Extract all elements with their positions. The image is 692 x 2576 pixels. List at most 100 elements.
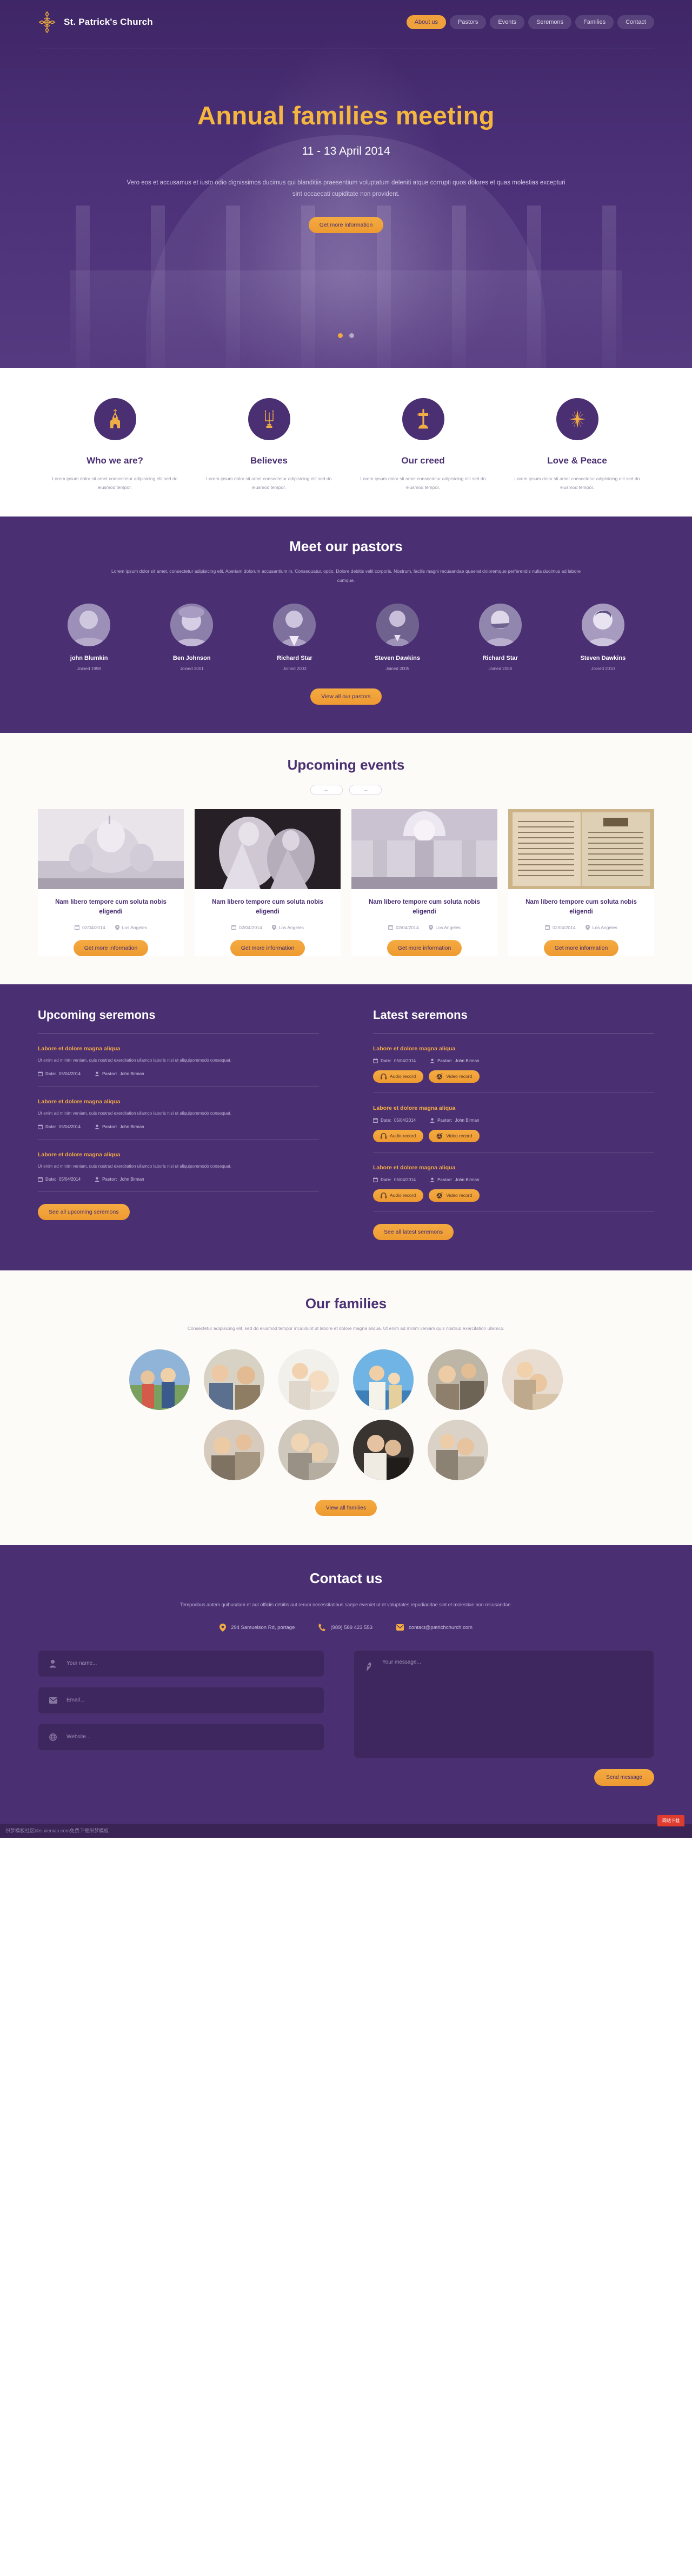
upcoming-sermon-item[interactable]: Labore et dolore magna aliqua Ut enim ad… [38, 1140, 319, 1193]
latest-sermon-item[interactable]: Labore et dolore magna aliqua Date: 05/04… [373, 1034, 654, 1093]
video-record-button[interactable]: Video record [429, 1189, 480, 1202]
family-photo[interactable] [278, 1419, 339, 1480]
video-record-button[interactable]: Video record [429, 1129, 480, 1142]
nav-item-contact[interactable]: Contact [617, 15, 654, 29]
latest-sermon-item[interactable]: Labore et dolore magna aliqua Date: 05/04… [373, 1153, 654, 1212]
feature-text: Lorem ipsum dolor sit amet consectetur a… [52, 476, 178, 491]
family-photo[interactable] [428, 1349, 488, 1410]
contact-form-left [38, 1650, 324, 1786]
event-card[interactable]: Nam libero tempore cum soluta nobis elig… [195, 809, 341, 956]
upcoming-sermon-item[interactable]: Labore et dolore magna aliqua Ut enim ad… [38, 1087, 319, 1140]
sermon-title: Labore et dolore magna aliqua [373, 1104, 456, 1111]
feature-title: Who we are? [86, 455, 143, 466]
hero-get-more-information-button[interactable]: Get more information [308, 216, 384, 233]
family-photo[interactable] [204, 1349, 264, 1410]
event-card[interactable]: Nam libero tempore cum soluta nobis elig… [508, 809, 654, 956]
family-photo[interactable] [278, 1349, 339, 1410]
hero-date: 11 - 13 April 2014 [302, 145, 390, 157]
nav-item-about-us[interactable]: About us [406, 15, 447, 29]
event-get-more-information-button[interactable]: Get more information [387, 939, 462, 956]
name-input[interactable] [66, 1650, 324, 1677]
nav-item-families[interactable]: Families [575, 15, 614, 29]
pastor-name: john Blumkin [70, 655, 108, 662]
email-input[interactable] [66, 1687, 324, 1713]
arrow-right-icon[interactable]: → [349, 785, 382, 796]
pastor-card[interactable]: Steven Dawkins Joined 2005 [346, 604, 448, 671]
pastor-card[interactable]: john Blumkin Joined 1998 [38, 604, 140, 671]
feature-text: Lorem ipsum dolor sit amet consectetur a… [514, 476, 640, 491]
pastor-card[interactable]: Steven Dawkins Joined 2010 [552, 604, 654, 671]
events-section: Upcoming events ← → Nam libero tempore c… [0, 733, 692, 984]
brand[interactable]: St. Patrick's Church [38, 10, 153, 34]
hero-description: Vero eos et accusamus et iusto odio dign… [127, 180, 565, 198]
feature-icon-circle [402, 398, 444, 440]
download-template-button[interactable]: 网站下载 [657, 1815, 684, 1826]
message-textarea[interactable] [382, 1659, 654, 1746]
family-photo[interactable] [353, 1349, 414, 1410]
pastor-name: Steven Dawkins [375, 655, 420, 662]
see-all-upcoming-sermons-button[interactable]: See all upcoming seremons [38, 1204, 130, 1221]
view-all-families-button[interactable]: View all families [315, 1499, 377, 1516]
send-message-button[interactable]: Send message [594, 1769, 654, 1786]
calendar-icon [38, 1071, 43, 1076]
email-field-wrapper[interactable] [38, 1686, 324, 1714]
arrow-left-icon[interactable]: ← [310, 785, 343, 796]
feature-believes[interactable]: Believes Lorem ipsum dolor sit amet cons… [192, 398, 346, 492]
feature-who-we-are[interactable]: Who we are? Lorem ipsum dolor sit amet c… [38, 398, 192, 492]
slider-dot-2[interactable] [349, 333, 355, 338]
family-photo[interactable] [129, 1349, 190, 1410]
sermon-meta: Date: 05/04/2014 Pastor: John Birman [373, 1177, 654, 1182]
map-pin-icon [271, 924, 276, 930]
family-photo[interactable] [204, 1419, 264, 1480]
event-card[interactable]: Nam libero tempore cum soluta nobis elig… [38, 809, 184, 956]
feature-text: Lorem ipsum dolor sit amet consectetur a… [206, 476, 332, 491]
user-icon [49, 1659, 56, 1668]
upcoming-sermons-column: Upcoming seremons Labore et dolore magna… [38, 1008, 319, 1240]
event-title: Nam libero tempore cum soluta nobis elig… [369, 899, 480, 916]
message-field-wrapper[interactable] [354, 1650, 654, 1758]
nav-item-events[interactable]: Events [490, 15, 524, 29]
latest-sermon-item[interactable]: Labore et dolore magna aliqua Date: 05/04… [373, 1093, 654, 1153]
pen-icon [365, 1662, 372, 1671]
see-all-latest-sermons-button[interactable]: See all latest seremons [373, 1223, 454, 1240]
audio-record-button[interactable]: Audio record [373, 1129, 424, 1142]
envelope-icon [396, 1624, 404, 1631]
feature-love-and-peace[interactable]: Love & Peace Lorem ipsum dolor sit amet … [500, 398, 654, 492]
globe-icon [49, 1733, 57, 1741]
nav-item-pastors[interactable]: Pastors [450, 15, 487, 29]
sermon-pastor: Pastor: John Birman [430, 1118, 480, 1123]
event-card[interactable]: Nam libero tempore cum soluta nobis elig… [351, 809, 497, 956]
calendar-icon [38, 1124, 43, 1129]
feature-icon-circle [94, 398, 136, 440]
main-menu: About us Pastors Events Seremons Familie… [406, 15, 654, 29]
pastors-cta-wrap: View all our pastors [38, 688, 654, 705]
event-get-more-information-button[interactable]: Get more information [230, 939, 305, 956]
event-get-more-information-button[interactable]: Get more information [543, 939, 619, 956]
website-field-wrapper[interactable] [38, 1723, 324, 1751]
pastor-card[interactable]: Ben Johnson Joined 2001 [141, 604, 243, 671]
event-get-more-information-button[interactable]: Get more information [73, 939, 149, 956]
families-row-1 [38, 1349, 654, 1410]
upcoming-sermon-item[interactable]: Labore et dolore magna aliqua Ut enim ad… [38, 1034, 319, 1087]
family-photo[interactable] [502, 1349, 563, 1410]
event-title: Nam libero tempore cum soluta nobis elig… [525, 899, 637, 916]
sermon-description: Ut enim ad minim veniam, quis nostrud ex… [38, 1163, 231, 1169]
slider-dot-1[interactable] [337, 333, 343, 338]
feature-our-creed[interactable]: Our creed Lorem ipsum dolor sit amet con… [346, 398, 500, 492]
audio-record-button[interactable]: Audio record [373, 1189, 424, 1202]
website-input[interactable] [66, 1724, 324, 1750]
family-photo[interactable] [428, 1419, 488, 1480]
name-field-wrapper[interactable] [38, 1650, 324, 1677]
page-root: St. Patrick's Church About us Pastors Ev… [0, 0, 692, 1838]
pastor-card[interactable]: Richard Star Joined 2008 [449, 604, 551, 671]
audio-record-button[interactable]: Audio record [373, 1070, 424, 1083]
film-reel-icon [436, 1133, 443, 1139]
pastor-card[interactable]: Richard Star Joined 2003 [243, 604, 345, 671]
sermon-date: Date: 05/04/2014 [373, 1058, 416, 1063]
nav-item-seremons[interactable]: Seremons [528, 15, 572, 29]
view-all-pastors-button[interactable]: View all our pastors [310, 688, 382, 705]
video-record-button[interactable]: Video record [429, 1070, 480, 1083]
family-photo[interactable] [353, 1419, 414, 1480]
headphones-icon [381, 1133, 387, 1139]
event-image [351, 809, 497, 890]
